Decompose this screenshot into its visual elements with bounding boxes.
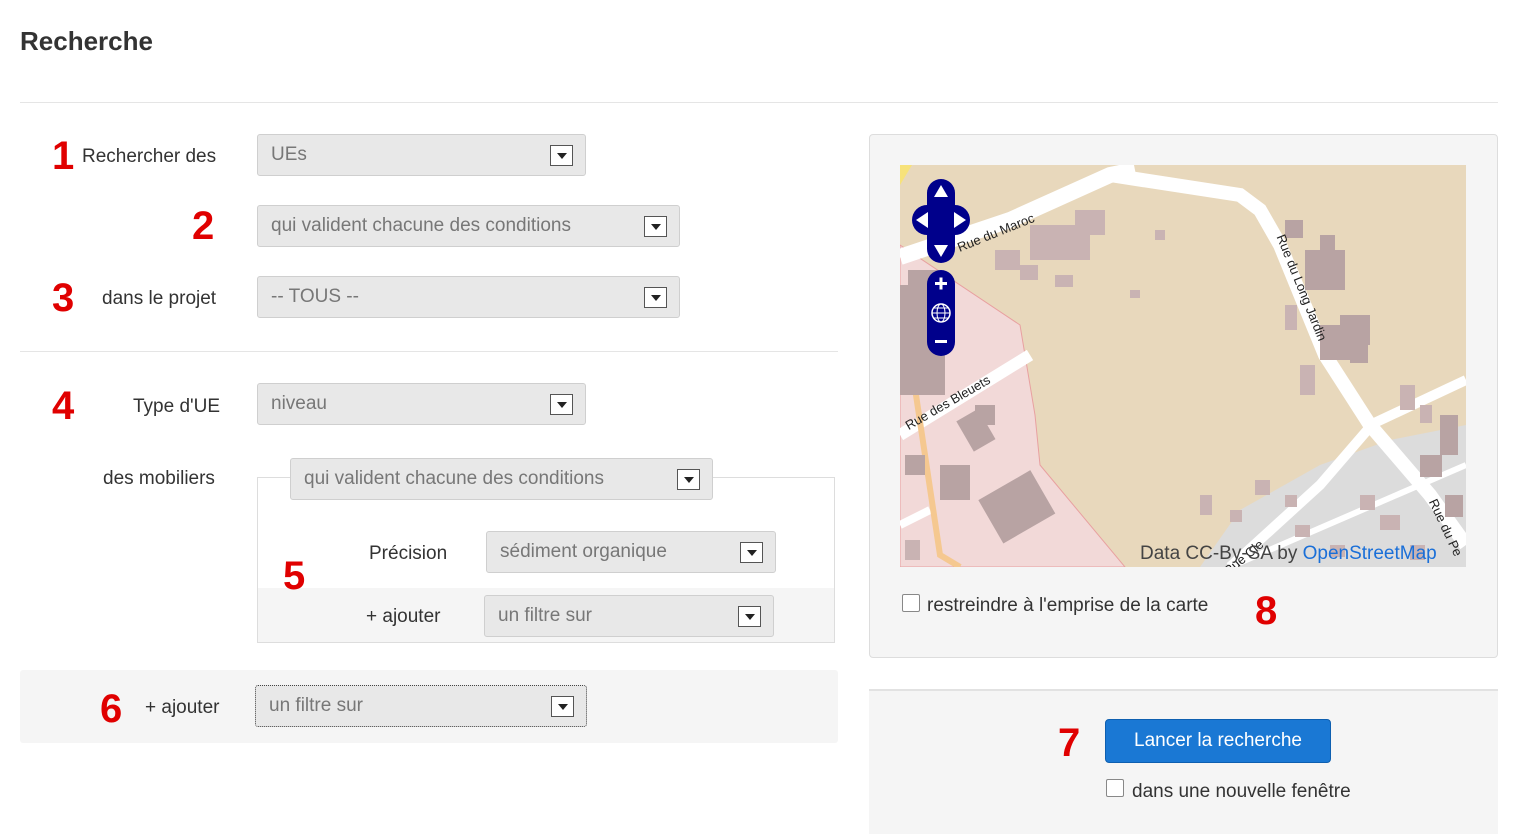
page-title: Recherche	[20, 26, 153, 56]
divider	[20, 351, 838, 352]
osm-link[interactable]: OpenStreetMap	[1303, 543, 1437, 564]
search-type-select[interactable]: UEs	[257, 134, 586, 176]
type-value: niveau	[271, 393, 327, 414]
marker-1: 1	[52, 134, 75, 178]
type-select[interactable]: niveau	[257, 383, 586, 425]
inner-filter-select[interactable]: un filtre sur	[484, 595, 774, 637]
divider	[20, 102, 1498, 103]
map-tiles	[900, 165, 1466, 567]
chevron-down-icon	[644, 287, 667, 308]
project-select[interactable]: -- TOUS --	[257, 276, 680, 318]
mobiliers-conditions-value: qui valident chacune des conditions	[304, 468, 604, 489]
type-label: Type d'UE	[133, 396, 221, 417]
restrict-map-label: restreindre à l'emprise de la carte	[927, 595, 1209, 616]
restrict-map-checkbox[interactable]	[902, 594, 920, 612]
chevron-down-icon	[550, 145, 573, 166]
attribution-text: Data CC-By-SA by	[1140, 543, 1303, 564]
map-attribution: Data CC-By-SA by OpenStreetMap	[1140, 543, 1437, 565]
marker-6: 6	[100, 687, 123, 731]
chevron-down-icon	[740, 542, 763, 563]
marker-8: 8	[1255, 589, 1278, 633]
search-type-value: UEs	[271, 144, 307, 165]
precision-select[interactable]: sédiment organique	[486, 531, 776, 573]
chevron-down-icon	[738, 606, 761, 627]
precision-value: sédiment organique	[500, 541, 667, 562]
precision-label: Précision	[369, 543, 448, 564]
new-window-label: dans une nouvelle fenêtre	[1132, 781, 1351, 802]
project-label: dans le projet	[102, 288, 217, 309]
mobiliers-conditions-select[interactable]: qui valident chacune des conditions	[290, 458, 713, 500]
marker-3: 3	[52, 276, 75, 320]
conditions-select[interactable]: qui valident chacune des conditions	[257, 205, 680, 247]
outer-filter-select[interactable]: un filtre sur	[255, 685, 587, 727]
launch-search-button[interactable]: Lancer la recherche	[1105, 719, 1331, 763]
inner-filter-value: un filtre sur	[498, 605, 592, 626]
zoom-out-icon	[935, 340, 947, 343]
chevron-down-icon	[550, 394, 573, 415]
marker-4: 4	[52, 384, 75, 428]
new-window-checkbox[interactable]	[1106, 779, 1124, 797]
chevron-down-icon	[677, 469, 700, 490]
chevron-down-icon	[551, 696, 574, 717]
inner-add-label: + ajouter	[366, 606, 441, 627]
marker-7: 7	[1058, 721, 1081, 765]
marker-2: 2	[192, 204, 215, 248]
mobiliers-label: des mobiliers	[103, 468, 215, 489]
conditions-value: qui valident chacune des conditions	[271, 215, 571, 236]
chevron-down-icon	[644, 216, 667, 237]
outer-filter-value: un filtre sur	[269, 695, 363, 716]
zoom-control[interactable]	[927, 270, 955, 356]
marker-5: 5	[283, 554, 306, 598]
outer-add-label: + ajouter	[145, 697, 220, 718]
pan-control[interactable]	[912, 177, 970, 265]
map-view[interactable]: Rue du Maroc Rue des Bleuets Rue du Long…	[900, 165, 1466, 567]
search-label: Rechercher des	[82, 146, 217, 167]
project-value: -- TOUS --	[271, 286, 359, 307]
